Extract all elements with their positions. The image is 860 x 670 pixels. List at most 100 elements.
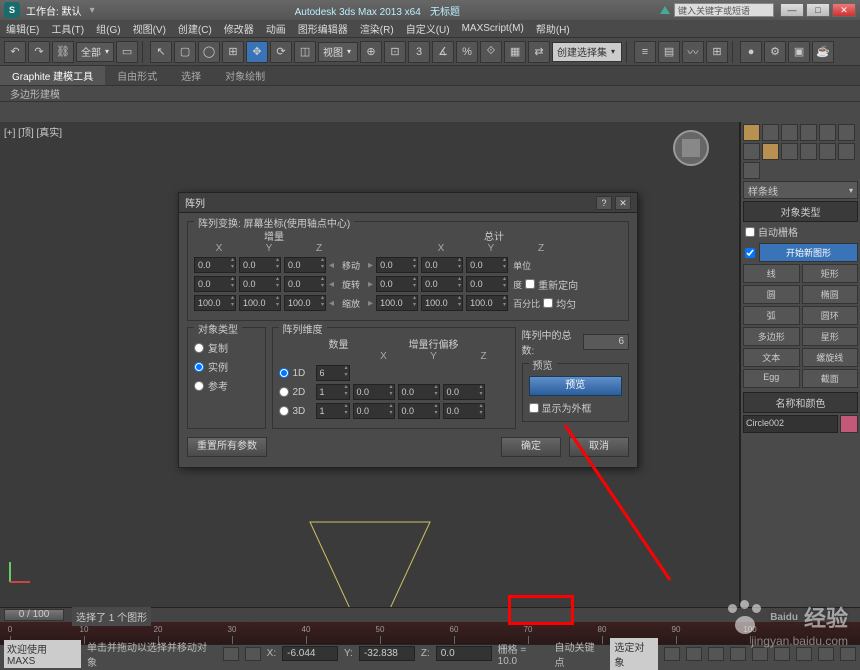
move-icon[interactable]: ✥	[246, 41, 268, 63]
coord-y[interactable]: -32.838	[359, 646, 415, 661]
link-icon[interactable]: ⛓	[52, 41, 74, 63]
scale-icon[interactable]: ◫	[294, 41, 316, 63]
arrow-left-icon[interactable]: ◂	[329, 298, 334, 309]
off2d-y[interactable]: 0.0	[398, 384, 440, 400]
spinner-snap-icon[interactable]: ⟐	[480, 41, 502, 63]
btn-section[interactable]: 截面	[802, 369, 859, 388]
lasso-icon[interactable]: ◯	[198, 41, 220, 63]
search-input[interactable]: 键入关键字或短语	[674, 3, 774, 17]
render-frame-icon[interactable]: ▣	[788, 41, 810, 63]
btn-ngon[interactable]: 多边形	[743, 327, 800, 346]
menu-tools[interactable]: 工具(T)	[51, 21, 84, 36]
arrow-right-icon[interactable]: ▸	[368, 279, 373, 290]
rollout-name-color[interactable]: 名称和颜色	[743, 392, 858, 413]
cancel-button[interactable]: 取消	[569, 437, 629, 457]
off3d-x[interactable]: 0.0	[353, 403, 395, 419]
systems-icon[interactable]	[743, 162, 760, 179]
display-wire-checkbox[interactable]	[529, 403, 539, 413]
pan-icon[interactable]	[818, 647, 834, 661]
rollout-object-type[interactable]: 对象类型	[743, 201, 858, 222]
select-icon[interactable]: ▭	[116, 41, 138, 63]
autogrid-checkbox[interactable]	[745, 227, 755, 237]
menu-custom[interactable]: 自定义(U)	[406, 21, 450, 36]
minimize-button[interactable]: —	[780, 3, 804, 17]
rotate-icon[interactable]: ⟳	[270, 41, 292, 63]
isolate-icon[interactable]	[245, 647, 261, 661]
btn-helix[interactable]: 螺旋线	[802, 348, 859, 367]
snap-toggle-icon[interactable]: 3	[408, 41, 430, 63]
dialog-help-button[interactable]: ?	[596, 196, 612, 210]
menu-maxscript[interactable]: MAXScript(M)	[462, 23, 524, 34]
radio-instance[interactable]: 实例	[194, 359, 259, 374]
shapes-icon[interactable]	[762, 143, 779, 160]
window-crossing-icon[interactable]: ⊞	[222, 41, 244, 63]
arrow-left-icon[interactable]: ◂	[329, 279, 334, 290]
radio-3d[interactable]: 3D	[279, 406, 313, 417]
ribbon-tab-select[interactable]: 选择	[169, 66, 213, 85]
btn-arc[interactable]: 弧	[743, 306, 800, 325]
hierarchy-tab-icon[interactable]	[781, 124, 798, 141]
modify-tab-icon[interactable]	[762, 124, 779, 141]
schematic-icon[interactable]: ⊞	[706, 41, 728, 63]
scale-z-inc[interactable]: 100.0	[284, 295, 326, 311]
menu-view[interactable]: 视图(V)	[133, 21, 166, 36]
rotate-z-inc[interactable]: 0.0	[284, 276, 326, 292]
object-color-swatch[interactable]	[840, 415, 858, 433]
btn-rectangle[interactable]: 矩形	[802, 264, 859, 283]
utilities-tab-icon[interactable]	[838, 124, 855, 141]
move-z-tot[interactable]: 0.0	[466, 257, 508, 273]
pivot-icon[interactable]: ⊕	[360, 41, 382, 63]
ribbon-tab-paint[interactable]: 对象绘制	[213, 66, 277, 85]
zoom-icon[interactable]	[796, 647, 812, 661]
autokey-button[interactable]: 自动关键点	[554, 639, 604, 669]
cameras-icon[interactable]	[800, 143, 817, 160]
menu-animation[interactable]: 动画	[266, 21, 286, 36]
count-1d[interactable]: 6	[316, 365, 350, 381]
btn-star[interactable]: 星形	[802, 327, 859, 346]
play-start-icon[interactable]	[664, 647, 680, 661]
motion-tab-icon[interactable]	[800, 124, 817, 141]
move-y-tot[interactable]: 0.0	[421, 257, 463, 273]
rotate-x-tot[interactable]: 0.0	[376, 276, 418, 292]
uniform-checkbox[interactable]	[543, 298, 553, 308]
arrow-right-icon[interactable]: ▸	[368, 260, 373, 271]
app-icon[interactable]: S	[4, 2, 20, 18]
rotate-y-inc[interactable]: 0.0	[239, 276, 281, 292]
btn-line[interactable]: 线	[743, 264, 800, 283]
layers-icon[interactable]: ▤	[658, 41, 680, 63]
reorient-checkbox[interactable]	[525, 279, 535, 289]
radio-copy[interactable]: 复制	[194, 340, 259, 355]
display-tab-icon[interactable]	[819, 124, 836, 141]
render-setup-icon[interactable]: ⚙	[764, 41, 786, 63]
move-z-inc[interactable]: 0.0	[284, 257, 326, 273]
close-button[interactable]: ✕	[832, 3, 856, 17]
scale-z-tot[interactable]: 100.0	[466, 295, 508, 311]
startnew-checkbox[interactable]	[745, 248, 755, 258]
maximize-button[interactable]: □	[806, 3, 830, 17]
lights-icon[interactable]	[781, 143, 798, 160]
play-next-icon[interactable]	[730, 647, 746, 661]
redo-icon[interactable]: ↷	[28, 41, 50, 63]
render-icon[interactable]: ☕	[812, 41, 834, 63]
scale-x-inc[interactable]: 100.0	[194, 295, 236, 311]
ribbon-tab-graphite[interactable]: Graphite 建模工具	[0, 66, 105, 85]
btn-donut[interactable]: 圆环	[802, 306, 859, 325]
angle-snap-icon[interactable]: ∡	[432, 41, 454, 63]
hierarchy-icon[interactable]: ⊡	[384, 41, 406, 63]
selection-filter-combo[interactable]: 全部	[76, 42, 114, 62]
orbit-icon[interactable]	[840, 647, 856, 661]
geometry-icon[interactable]	[743, 143, 760, 160]
off3d-z[interactable]: 0.0	[443, 403, 485, 419]
mirror-icon[interactable]: ⇄	[528, 41, 550, 63]
menu-help[interactable]: 帮助(H)	[536, 21, 570, 36]
dialog-close-button[interactable]: ✕	[615, 196, 631, 210]
arrow-left-icon[interactable]: ◂	[329, 260, 334, 271]
off3d-y[interactable]: 0.0	[398, 403, 440, 419]
selected-filter[interactable]: 选定对象	[610, 638, 658, 670]
menu-edit[interactable]: 编辑(E)	[6, 21, 39, 36]
material-editor-icon[interactable]: ●	[740, 41, 762, 63]
play-prev-icon[interactable]	[686, 647, 702, 661]
move-x-tot[interactable]: 0.0	[376, 257, 418, 273]
scale-y-tot[interactable]: 100.0	[421, 295, 463, 311]
ribbon-tab-freeform[interactable]: 自由形式	[105, 66, 169, 85]
